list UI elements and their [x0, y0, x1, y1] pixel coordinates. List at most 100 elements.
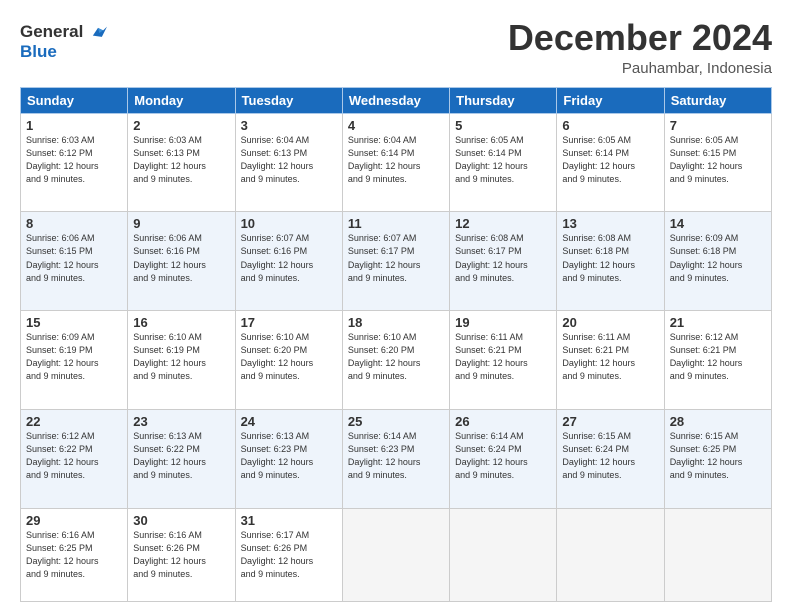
day-cell-2: 2 Sunrise: 6:03 AMSunset: 6:13 PMDayligh…	[128, 113, 235, 212]
col-tuesday: Tuesday	[235, 87, 342, 113]
day-cell-24: 24 Sunrise: 6:13 AMSunset: 6:23 PMDaylig…	[235, 410, 342, 509]
day-cell-5: 5 Sunrise: 6:05 AMSunset: 6:14 PMDayligh…	[450, 113, 557, 212]
day-number: 3	[241, 118, 337, 133]
day-info: Sunrise: 6:05 AMSunset: 6:14 PMDaylight:…	[562, 134, 658, 186]
day-number: 14	[670, 216, 766, 231]
day-info: Sunrise: 6:15 AMSunset: 6:24 PMDaylight:…	[562, 430, 658, 482]
day-cell-28: 28 Sunrise: 6:15 AMSunset: 6:25 PMDaylig…	[664, 410, 771, 509]
calendar: Sunday Monday Tuesday Wednesday Thursday…	[20, 87, 772, 602]
day-number: 26	[455, 414, 551, 429]
day-info: Sunrise: 6:08 AMSunset: 6:18 PMDaylight:…	[562, 232, 658, 284]
day-info: Sunrise: 6:10 AMSunset: 6:19 PMDaylight:…	[133, 331, 229, 383]
day-cell-14: 14 Sunrise: 6:09 AMSunset: 6:18 PMDaylig…	[664, 212, 771, 311]
day-info: Sunrise: 6:10 AMSunset: 6:20 PMDaylight:…	[241, 331, 337, 383]
day-info: Sunrise: 6:12 AMSunset: 6:21 PMDaylight:…	[670, 331, 766, 383]
empty-cell	[557, 508, 664, 601]
day-number: 29	[26, 513, 122, 528]
day-info: Sunrise: 6:09 AMSunset: 6:18 PMDaylight:…	[670, 232, 766, 284]
day-info: Sunrise: 6:04 AMSunset: 6:14 PMDaylight:…	[348, 134, 444, 186]
day-number: 15	[26, 315, 122, 330]
empty-cell	[664, 508, 771, 601]
day-number: 28	[670, 414, 766, 429]
day-number: 7	[670, 118, 766, 133]
logo-bird-icon	[87, 24, 109, 42]
day-info: Sunrise: 6:14 AMSunset: 6:23 PMDaylight:…	[348, 430, 444, 482]
table-row: 15 Sunrise: 6:09 AMSunset: 6:19 PMDaylig…	[21, 311, 772, 410]
day-info: Sunrise: 6:03 AMSunset: 6:13 PMDaylight:…	[133, 134, 229, 186]
day-cell-15: 15 Sunrise: 6:09 AMSunset: 6:19 PMDaylig…	[21, 311, 128, 410]
day-info: Sunrise: 6:07 AMSunset: 6:17 PMDaylight:…	[348, 232, 444, 284]
col-thursday: Thursday	[450, 87, 557, 113]
day-info: Sunrise: 6:11 AMSunset: 6:21 PMDaylight:…	[562, 331, 658, 383]
day-number: 11	[348, 216, 444, 231]
day-number: 8	[26, 216, 122, 231]
location: Pauhambar, Indonesia	[508, 60, 772, 77]
day-cell-29: 29 Sunrise: 6:16 AMSunset: 6:25 PMDaylig…	[21, 508, 128, 601]
calendar-header-row: Sunday Monday Tuesday Wednesday Thursday…	[21, 87, 772, 113]
logo-general: General	[20, 22, 83, 41]
day-number: 27	[562, 414, 658, 429]
day-cell-23: 23 Sunrise: 6:13 AMSunset: 6:22 PMDaylig…	[128, 410, 235, 509]
day-number: 20	[562, 315, 658, 330]
day-number: 12	[455, 216, 551, 231]
day-number: 4	[348, 118, 444, 133]
day-cell-6: 6 Sunrise: 6:05 AMSunset: 6:14 PMDayligh…	[557, 113, 664, 212]
header: General Blue December 2024 Pauhambar, In…	[20, 18, 772, 77]
day-info: Sunrise: 6:14 AMSunset: 6:24 PMDaylight:…	[455, 430, 551, 482]
day-number: 9	[133, 216, 229, 231]
table-row: 8 Sunrise: 6:06 AMSunset: 6:15 PMDayligh…	[21, 212, 772, 311]
day-number: 24	[241, 414, 337, 429]
day-number: 17	[241, 315, 337, 330]
day-cell-12: 12 Sunrise: 6:08 AMSunset: 6:17 PMDaylig…	[450, 212, 557, 311]
day-cell-3: 3 Sunrise: 6:04 AMSunset: 6:13 PMDayligh…	[235, 113, 342, 212]
table-row: 29 Sunrise: 6:16 AMSunset: 6:25 PMDaylig…	[21, 508, 772, 601]
title-block: December 2024 Pauhambar, Indonesia	[508, 18, 772, 77]
table-row: 1 Sunrise: 6:03 AMSunset: 6:12 PMDayligh…	[21, 113, 772, 212]
day-info: Sunrise: 6:16 AMSunset: 6:26 PMDaylight:…	[133, 529, 229, 581]
day-number: 31	[241, 513, 337, 528]
day-number: 18	[348, 315, 444, 330]
day-number: 23	[133, 414, 229, 429]
day-info: Sunrise: 6:17 AMSunset: 6:26 PMDaylight:…	[241, 529, 337, 581]
day-number: 1	[26, 118, 122, 133]
day-cell-8: 8 Sunrise: 6:06 AMSunset: 6:15 PMDayligh…	[21, 212, 128, 311]
day-info: Sunrise: 6:13 AMSunset: 6:22 PMDaylight:…	[133, 430, 229, 482]
day-number: 2	[133, 118, 229, 133]
day-info: Sunrise: 6:08 AMSunset: 6:17 PMDaylight:…	[455, 232, 551, 284]
day-info: Sunrise: 6:05 AMSunset: 6:14 PMDaylight:…	[455, 134, 551, 186]
day-cell-26: 26 Sunrise: 6:14 AMSunset: 6:24 PMDaylig…	[450, 410, 557, 509]
empty-cell	[450, 508, 557, 601]
day-info: Sunrise: 6:05 AMSunset: 6:15 PMDaylight:…	[670, 134, 766, 186]
col-sunday: Sunday	[21, 87, 128, 113]
day-cell-1: 1 Sunrise: 6:03 AMSunset: 6:12 PMDayligh…	[21, 113, 128, 212]
logo: General Blue	[20, 22, 109, 61]
day-number: 16	[133, 315, 229, 330]
day-info: Sunrise: 6:10 AMSunset: 6:20 PMDaylight:…	[348, 331, 444, 383]
day-cell-4: 4 Sunrise: 6:04 AMSunset: 6:14 PMDayligh…	[342, 113, 449, 212]
day-info: Sunrise: 6:06 AMSunset: 6:16 PMDaylight:…	[133, 232, 229, 284]
col-saturday: Saturday	[664, 87, 771, 113]
day-info: Sunrise: 6:06 AMSunset: 6:15 PMDaylight:…	[26, 232, 122, 284]
day-cell-31: 31 Sunrise: 6:17 AMSunset: 6:26 PMDaylig…	[235, 508, 342, 601]
day-number: 19	[455, 315, 551, 330]
day-info: Sunrise: 6:15 AMSunset: 6:25 PMDaylight:…	[670, 430, 766, 482]
day-number: 13	[562, 216, 658, 231]
day-cell-11: 11 Sunrise: 6:07 AMSunset: 6:17 PMDaylig…	[342, 212, 449, 311]
day-cell-25: 25 Sunrise: 6:14 AMSunset: 6:23 PMDaylig…	[342, 410, 449, 509]
day-cell-17: 17 Sunrise: 6:10 AMSunset: 6:20 PMDaylig…	[235, 311, 342, 410]
day-number: 30	[133, 513, 229, 528]
day-number: 21	[670, 315, 766, 330]
day-number: 10	[241, 216, 337, 231]
month-title: December 2024	[508, 18, 772, 58]
page: General Blue December 2024 Pauhambar, In…	[0, 0, 792, 612]
day-info: Sunrise: 6:12 AMSunset: 6:22 PMDaylight:…	[26, 430, 122, 482]
day-info: Sunrise: 6:04 AMSunset: 6:13 PMDaylight:…	[241, 134, 337, 186]
day-cell-20: 20 Sunrise: 6:11 AMSunset: 6:21 PMDaylig…	[557, 311, 664, 410]
col-monday: Monday	[128, 87, 235, 113]
day-cell-13: 13 Sunrise: 6:08 AMSunset: 6:18 PMDaylig…	[557, 212, 664, 311]
logo-blue: Blue	[20, 42, 109, 62]
day-number: 5	[455, 118, 551, 133]
day-cell-27: 27 Sunrise: 6:15 AMSunset: 6:24 PMDaylig…	[557, 410, 664, 509]
day-info: Sunrise: 6:11 AMSunset: 6:21 PMDaylight:…	[455, 331, 551, 383]
day-info: Sunrise: 6:03 AMSunset: 6:12 PMDaylight:…	[26, 134, 122, 186]
